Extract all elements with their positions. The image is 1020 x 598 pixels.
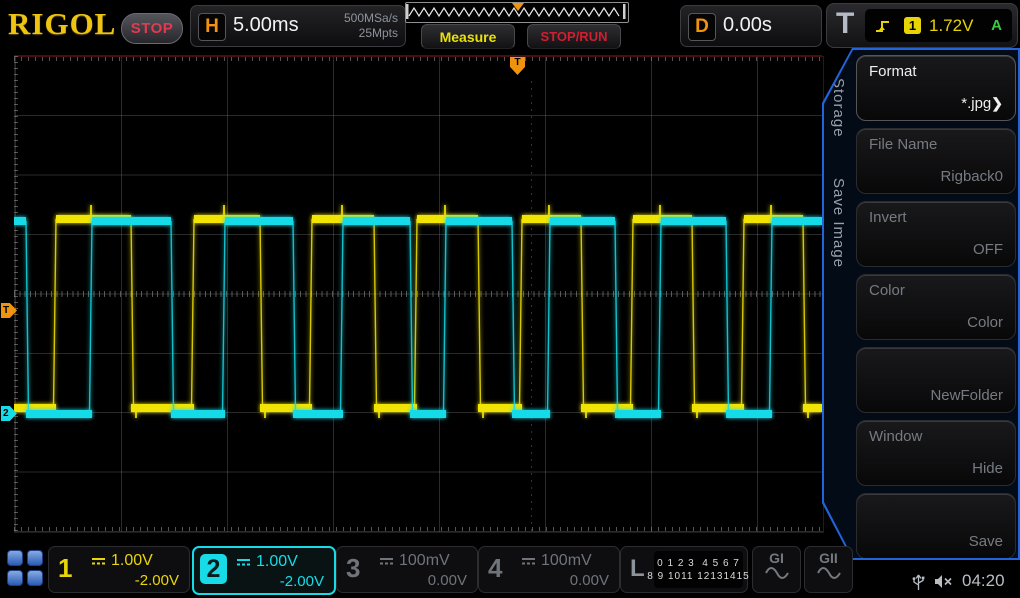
channel-3-box[interactable]: 3 100mV 0.00V	[336, 546, 478, 593]
sample-rate: 500MSa/s	[344, 11, 398, 25]
file-name-label: File Name	[869, 136, 937, 153]
tab-save-image: Save Image	[830, 178, 847, 268]
channel-2-scale: 1.00V	[256, 553, 298, 571]
delay-panel: D 0.00s	[680, 5, 822, 47]
channel-4-scale: 100mV	[541, 552, 592, 570]
menu-item-save[interactable]: Save	[856, 493, 1016, 559]
invert-label: Invert	[869, 209, 907, 226]
file-name-value: Rigback0	[940, 168, 1003, 185]
menu-item-format[interactable]: Format *.jpg❯	[856, 55, 1016, 121]
channel-1-offset: -2.00V	[135, 572, 179, 589]
main-menu-icon[interactable]	[7, 550, 45, 588]
menu-tile-icon	[27, 550, 43, 566]
clock: 04:20	[962, 571, 1005, 591]
format-value: *.jpg❯	[961, 95, 1003, 112]
dc-coupling-icon	[236, 558, 251, 566]
rigol-logo: RIGOL	[8, 6, 116, 42]
logic-label: L	[630, 555, 645, 583]
stop-run-button[interactable]: STOP/RUN	[527, 24, 621, 49]
channel-3-offset: 0.00V	[428, 572, 467, 589]
invert-value: OFF	[973, 241, 1003, 258]
format-value-text: *.jpg	[961, 95, 991, 112]
menu-tile-icon	[27, 570, 43, 586]
menu-item-file-name[interactable]: File Name Rigback0	[856, 128, 1016, 194]
channel-1-box[interactable]: 1 1.00V -2.00V	[48, 546, 190, 593]
t-badge: T	[836, 7, 854, 41]
sine-wave-icon	[764, 567, 790, 579]
speaker-muted-icon	[934, 574, 953, 589]
horizontal-timebase-panel: H 5.00ms 500MSa/s 25Mpts	[190, 5, 406, 47]
memory-depth: 25Mpts	[359, 26, 398, 40]
generator-1-box[interactable]: GI	[752, 546, 801, 593]
tab-storage: Storage	[830, 78, 847, 138]
color-label: Color	[869, 282, 905, 299]
generator-1-label: GI	[753, 550, 800, 566]
status-area: 04:20	[912, 568, 1016, 594]
waveform-traces	[14, 56, 822, 531]
logic-channel-list: 0 1 2 3 4 5 6 78 9 1011 12131415	[654, 551, 743, 588]
memory-position-marker-icon	[512, 3, 524, 11]
timebase-value: 5.00ms	[233, 14, 299, 37]
dc-coupling-icon	[379, 557, 394, 565]
format-label: Format	[869, 63, 917, 80]
channel-2-number: 2	[200, 554, 227, 584]
trigger-panel: T 1 1.72V A	[826, 3, 1018, 48]
generator-2-label: GII	[805, 550, 852, 566]
trigger-sweep-mode: A	[991, 17, 1002, 34]
generator-2-box[interactable]: GII	[804, 546, 853, 593]
window-label: Window	[869, 428, 922, 445]
h-badge: H	[198, 13, 226, 41]
trigger-source-badge: 1	[904, 17, 921, 34]
soft-menu-panel: Storage Save Image Format *.jpg❯ File Na…	[822, 48, 1020, 560]
d-badge: D	[688, 13, 716, 41]
logic-channels-box[interactable]: L 0 1 2 3 4 5 6 78 9 1011 12131415	[620, 546, 748, 593]
sample-rate-block: 500MSa/s 25Mpts	[344, 11, 398, 41]
trigger-level-value: 1.72V	[929, 16, 973, 36]
trigger-inset: 1 1.72V A	[865, 9, 1012, 42]
channel-1-number: 1	[58, 553, 72, 583]
trigger-slope-icon	[874, 17, 894, 35]
menu-tile-icon	[7, 570, 23, 586]
dc-coupling-icon	[91, 557, 106, 565]
channel-2-box[interactable]: 2 1.00V -2.00V	[192, 546, 336, 595]
sine-wave-icon	[816, 567, 842, 579]
save-value: Save	[969, 533, 1003, 550]
acquisition-status-badge: STOP	[121, 13, 183, 44]
chevron-right-icon: ❯	[991, 95, 1003, 111]
channel-2-offset: -2.00V	[280, 573, 324, 590]
menu-item-window[interactable]: Window Hide	[856, 420, 1016, 486]
color-value: Color	[967, 314, 1003, 331]
menu-tile-icon	[7, 550, 23, 566]
menu-item-color[interactable]: Color Color	[856, 274, 1016, 340]
channel-4-box[interactable]: 4 100mV 0.00V	[478, 546, 620, 593]
window-value: Hide	[972, 460, 1003, 477]
usb-icon	[912, 572, 925, 591]
channel-3-number: 3	[346, 553, 360, 583]
dc-coupling-icon	[521, 557, 536, 565]
soft-menu-frame: Storage Save Image Format *.jpg❯ File Na…	[822, 48, 1020, 560]
delay-value: 0.00s	[723, 14, 772, 37]
menu-item-new-folder[interactable]: NewFolder	[856, 347, 1016, 413]
new-folder-value: NewFolder	[930, 387, 1003, 404]
channel-4-offset: 0.00V	[570, 572, 609, 589]
measure-button[interactable]: Measure	[421, 24, 515, 49]
channel-3-scale: 100mV	[399, 552, 450, 570]
logic-row-1: 0 1 2 3 4 5 6 7	[657, 557, 740, 570]
channel-4-number: 4	[488, 553, 502, 583]
logic-row-2: 8 9 1011 12131415	[647, 570, 749, 583]
channel-1-scale: 1.00V	[111, 552, 153, 570]
menu-item-invert[interactable]: Invert OFF	[856, 201, 1016, 267]
